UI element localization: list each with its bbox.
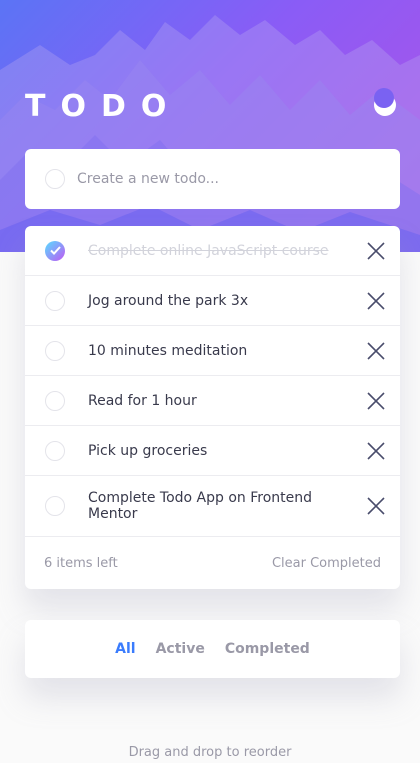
filter-all-button[interactable]: All	[115, 641, 135, 657]
close-icon	[367, 441, 385, 460]
todo-list: Complete online JavaScript course Jog ar…	[25, 226, 400, 589]
unchecked-circle-icon[interactable]	[45, 390, 65, 411]
delete-todo-button[interactable]	[366, 341, 386, 361]
header-background	[0, 0, 420, 252]
delete-todo-button[interactable]	[366, 441, 386, 461]
moon-cutout-shape	[374, 88, 394, 108]
unchecked-circle-icon[interactable]	[45, 496, 65, 516]
unchecked-circle-icon[interactable]	[45, 290, 65, 311]
close-icon	[367, 497, 385, 515]
todo-text: Complete online JavaScript course	[88, 242, 329, 259]
app-header: TODO	[25, 86, 400, 126]
delete-todo-button[interactable]	[366, 496, 386, 516]
app-title: TODO	[25, 88, 182, 124]
drag-hint: Drag and drop to reorder	[128, 745, 292, 760]
todo-text: Complete Todo App on Frontend Mentor	[88, 490, 313, 522]
close-icon	[367, 291, 385, 310]
filter-bar: All Active Completed	[25, 620, 400, 678]
todo-text: Jog around the park 3x	[88, 292, 249, 309]
check-icon	[49, 246, 61, 255]
delete-todo-button[interactable]	[366, 241, 386, 261]
clear-completed-button[interactable]: Clear Completed	[272, 556, 381, 571]
create-todo-circle-icon[interactable]	[45, 169, 65, 189]
list-footer: 6 items left Clear Completed	[25, 537, 400, 589]
todo-text: Read for 1 hour	[88, 392, 197, 409]
close-icon	[367, 241, 385, 260]
filter-active-button[interactable]: Active	[156, 641, 205, 657]
items-left-count: 6 items left	[44, 555, 118, 571]
todo-item[interactable]: Complete online JavaScript course	[25, 226, 400, 276]
todo-item[interactable]: 10 minutes meditation	[25, 326, 400, 376]
theme-toggle-button[interactable]	[372, 88, 400, 120]
checked-circle-icon[interactable]	[45, 240, 65, 261]
mountain-background-image	[0, 15, 420, 252]
todo-item[interactable]: Pick up groceries	[25, 426, 400, 476]
todo-item[interactable]: Jog around the park 3x	[25, 276, 400, 326]
moon-icon	[374, 88, 396, 116]
filter-completed-button[interactable]: Completed	[225, 641, 310, 657]
create-todo-input[interactable]	[75, 170, 379, 188]
todo-text: 10 minutes meditation	[88, 342, 248, 359]
todo-item[interactable]: Read for 1 hour	[25, 376, 400, 426]
unchecked-circle-icon[interactable]	[45, 340, 65, 361]
close-icon	[367, 391, 385, 410]
todo-item[interactable]: Complete Todo App on Frontend Mentor	[25, 476, 400, 537]
delete-todo-button[interactable]	[366, 291, 386, 311]
todo-text: Pick up groceries	[88, 442, 208, 459]
unchecked-circle-icon[interactable]	[45, 440, 65, 461]
close-icon	[367, 341, 385, 360]
delete-todo-button[interactable]	[366, 391, 386, 411]
create-todo-bar	[25, 149, 400, 209]
